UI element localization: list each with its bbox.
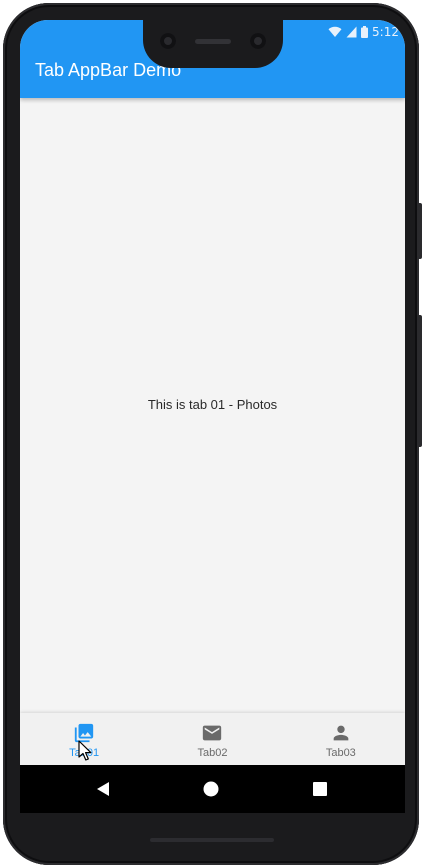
person-icon	[333, 725, 349, 740]
battery-icon	[361, 26, 369, 38]
status-bar: 5:12	[328, 25, 399, 39]
status-time: 5:12	[372, 25, 399, 39]
tab-content-text: This is tab 01 - Photos	[147, 397, 278, 412]
bottom-speaker	[150, 838, 274, 842]
home-icon[interactable]	[203, 781, 219, 797]
recents-icon[interactable]	[313, 781, 327, 797]
back-icon[interactable]	[95, 781, 111, 797]
app-screen: 5:12 Tab AppBar Demo This is tab 01 - Ph…	[20, 20, 405, 765]
front-camera-icon	[250, 33, 266, 49]
tab-tab02[interactable]: Tab02	[148, 713, 276, 765]
earpiece-speaker	[195, 39, 231, 44]
system-navigation-bar	[20, 765, 405, 813]
mouse-cursor-icon	[78, 740, 92, 761]
signal-icon	[346, 26, 357, 38]
tab-label: Tab02	[197, 746, 228, 759]
tab-content: This is tab 01 - Photos	[20, 98, 405, 711]
front-camera-icon	[160, 33, 176, 49]
volume-button	[417, 315, 422, 447]
wifi-icon	[328, 26, 342, 37]
tab-tab03[interactable]: Tab03	[277, 713, 405, 765]
camera-notch	[143, 20, 283, 68]
power-button	[417, 203, 422, 259]
mail-icon	[203, 725, 222, 740]
tab-label: Tab03	[325, 746, 356, 759]
